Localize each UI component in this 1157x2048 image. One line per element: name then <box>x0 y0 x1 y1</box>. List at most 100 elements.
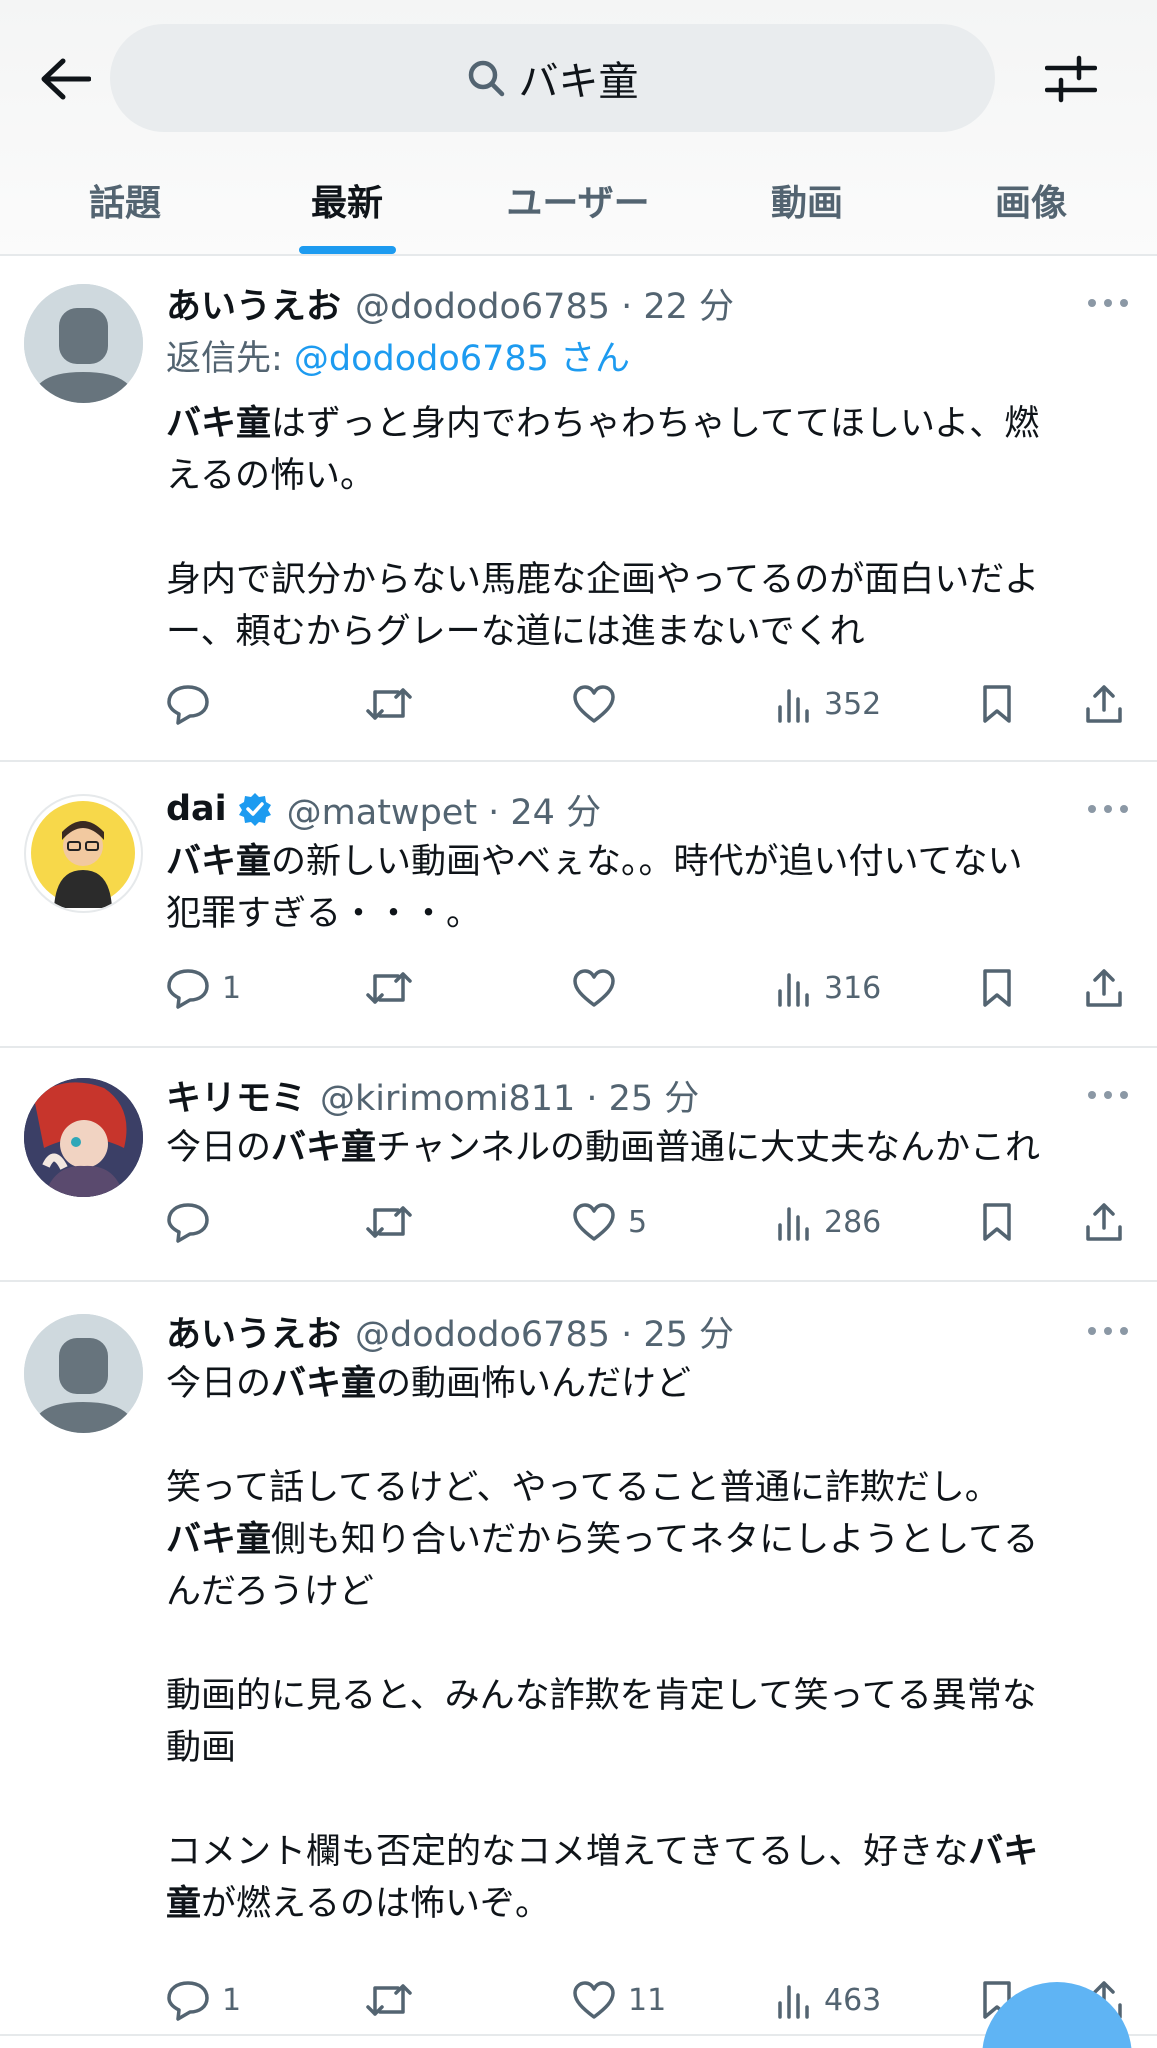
retweet-button[interactable] <box>364 1196 414 1248</box>
reply-button[interactable]: 1 <box>166 1974 241 2026</box>
avatar[interactable] <box>24 1078 143 1197</box>
avatar[interactable] <box>24 1314 143 1433</box>
views-button[interactable]: 316 <box>776 962 881 1014</box>
bookmark-icon <box>981 1201 1013 1243</box>
avatar[interactable] <box>24 794 143 913</box>
more-button[interactable] <box>1088 1085 1128 1105</box>
views-count: 352 <box>824 686 882 722</box>
handle-time: @kirimomi811 · 25 分 <box>320 1078 700 1119</box>
heart-icon <box>572 1202 616 1242</box>
tab-videos[interactable]: 動画 <box>722 160 892 256</box>
bar-chart-icon <box>776 1981 812 2019</box>
display-name[interactable]: キリモミ <box>166 1070 306 1121</box>
share-icon <box>1084 967 1124 1009</box>
text-segment: 今日の <box>166 1364 272 1404</box>
tweet[interactable]: あいうえお @dododo6785 · 22 分 返信先: @dododo678… <box>0 256 1157 762</box>
text-segment: 今日の <box>166 1128 272 1168</box>
text-segment: 犯罪すぎる・・・。 <box>166 894 482 934</box>
tweet[interactable]: dai @matwpet · 24 分 バキ童の新しい動画やべぇな。。時代が追い… <box>0 762 1157 1048</box>
text-segment: 動画的に見ると、みんな詐欺を肯定して笑ってる異常な <box>166 1676 1037 1716</box>
retweet-button[interactable] <box>364 962 414 1014</box>
retweet-button[interactable] <box>364 678 414 730</box>
likes-count: 5 <box>628 1204 648 1240</box>
tweet-line: 笑って話してるけど、やってること普通に詐欺だし。 <box>166 1462 1126 1514</box>
display-name[interactable]: あいうえお <box>166 278 341 329</box>
tweet-line <box>166 502 1126 554</box>
search-input[interactable]: バキ童 <box>110 24 995 132</box>
search-highlight: バキ <box>968 1832 1039 1872</box>
tab-users[interactable]: ユーザー <box>478 160 678 256</box>
views-button[interactable]: 463 <box>776 1974 881 2026</box>
display-name[interactable]: dai <box>166 789 227 829</box>
share-icon <box>1084 1201 1124 1243</box>
tweet-header: dai @matwpet · 24 分 <box>166 784 601 834</box>
tweet-header: キリモミ @kirimomi811 · 25 分 <box>166 1070 699 1120</box>
tweet-actions: 1 316 <box>166 962 1136 1014</box>
like-button[interactable]: 11 <box>572 1974 666 2026</box>
retweet-icon <box>364 968 414 1008</box>
tweet-line: 動画的に見ると、みんな詐欺を肯定して笑ってる異常な <box>166 1670 1126 1722</box>
more-button[interactable] <box>1088 293 1128 313</box>
tweet-line: えるの怖い。 <box>166 450 1126 502</box>
tweet[interactable]: キリモミ @kirimomi811 · 25 分 今日のバキ童チャンネルの動画普… <box>0 1048 1157 1282</box>
avatar[interactable] <box>24 284 143 403</box>
tweet-line: 今日のバキ童の動画怖いんだけど <box>166 1358 1126 1410</box>
like-button[interactable]: 5 <box>572 1196 647 1248</box>
tweet-header: あいうえお @dododo6785 · 22 分 <box>166 278 734 328</box>
tab-latest[interactable]: 最新 <box>262 160 432 256</box>
tweet-line: んだろうけど <box>166 1566 1126 1618</box>
reply-button[interactable] <box>166 678 222 730</box>
bookmark-icon <box>981 683 1013 725</box>
more-button[interactable] <box>1088 799 1128 819</box>
tweet-line <box>166 1618 1126 1670</box>
views-count: 316 <box>824 970 882 1006</box>
views-count: 463 <box>824 1982 882 2018</box>
views-button[interactable]: 286 <box>776 1196 881 1248</box>
share-button[interactable] <box>1084 962 1124 1014</box>
reply-button[interactable]: 1 <box>166 962 241 1014</box>
tweet-text: 今日のバキ童チャンネルの動画普通に大丈夫なんかこれ <box>166 1122 1126 1174</box>
reply-button[interactable] <box>166 1196 222 1248</box>
heart-icon <box>572 1980 616 2020</box>
like-button[interactable] <box>572 962 628 1014</box>
tweet-actions: 5 286 <box>166 1196 1136 1248</box>
back-button[interactable] <box>34 48 96 110</box>
tab-topics[interactable]: 話題 <box>40 160 210 256</box>
search-highlight: バキ童 <box>271 1364 377 1404</box>
search-highlight: バキ童 <box>166 1520 272 1560</box>
tweet-header: あいうえお @dododo6785 · 25 分 <box>166 1306 734 1356</box>
arrow-left-icon <box>41 58 91 100</box>
bar-chart-icon <box>776 1203 812 1241</box>
share-button[interactable] <box>1084 678 1124 730</box>
reply-bubble-icon <box>166 683 210 725</box>
text-segment: 身内で訳分からない馬鹿な企画やってるのが面白いだよ <box>166 560 1040 600</box>
default-avatar-icon <box>24 1314 143 1433</box>
tab-images[interactable]: 画像 <box>946 160 1116 256</box>
replies-count: 1 <box>222 1982 242 2018</box>
bookmark-button[interactable] <box>981 962 1013 1014</box>
retweet-button[interactable] <box>364 1974 414 2026</box>
tweet[interactable]: あいうえお @dododo6785 · 25 分 今日のバキ童の動画怖いんだけど… <box>0 1282 1157 2036</box>
filter-button[interactable] <box>1040 48 1102 110</box>
text-segment: えるの怖い。 <box>166 456 375 496</box>
views-button[interactable]: 352 <box>776 678 881 730</box>
avatar-image <box>31 801 135 908</box>
bookmark-button[interactable] <box>981 678 1013 730</box>
verified-badge-icon <box>238 793 271 826</box>
bookmark-button[interactable] <box>981 1196 1013 1248</box>
text-segment: の動画怖いんだけど <box>376 1364 692 1404</box>
reply-to: 返信先: @dododo6785 さん <box>166 330 630 381</box>
reply-to-link[interactable]: @dododo6785 さん <box>294 339 630 379</box>
more-button[interactable] <box>1088 1321 1128 1341</box>
heart-icon <box>572 968 616 1008</box>
like-button[interactable] <box>572 678 628 730</box>
search-icon <box>468 60 504 97</box>
reply-prefix: 返信先: <box>166 339 294 379</box>
share-button[interactable] <box>1084 1196 1124 1248</box>
text-segment: チャンネルの動画普通に大丈夫なんかこれ <box>376 1128 1040 1168</box>
retweet-icon <box>364 1202 414 1242</box>
reply-bubble-icon <box>166 1201 210 1243</box>
display-name[interactable]: あいうえお <box>166 1306 341 1357</box>
tweet-line: 犯罪すぎる・・・。 <box>166 888 1126 940</box>
tweet-line: バキ童はずっと身内でわちゃわちゃしててほしいよ、燃 <box>166 398 1126 450</box>
